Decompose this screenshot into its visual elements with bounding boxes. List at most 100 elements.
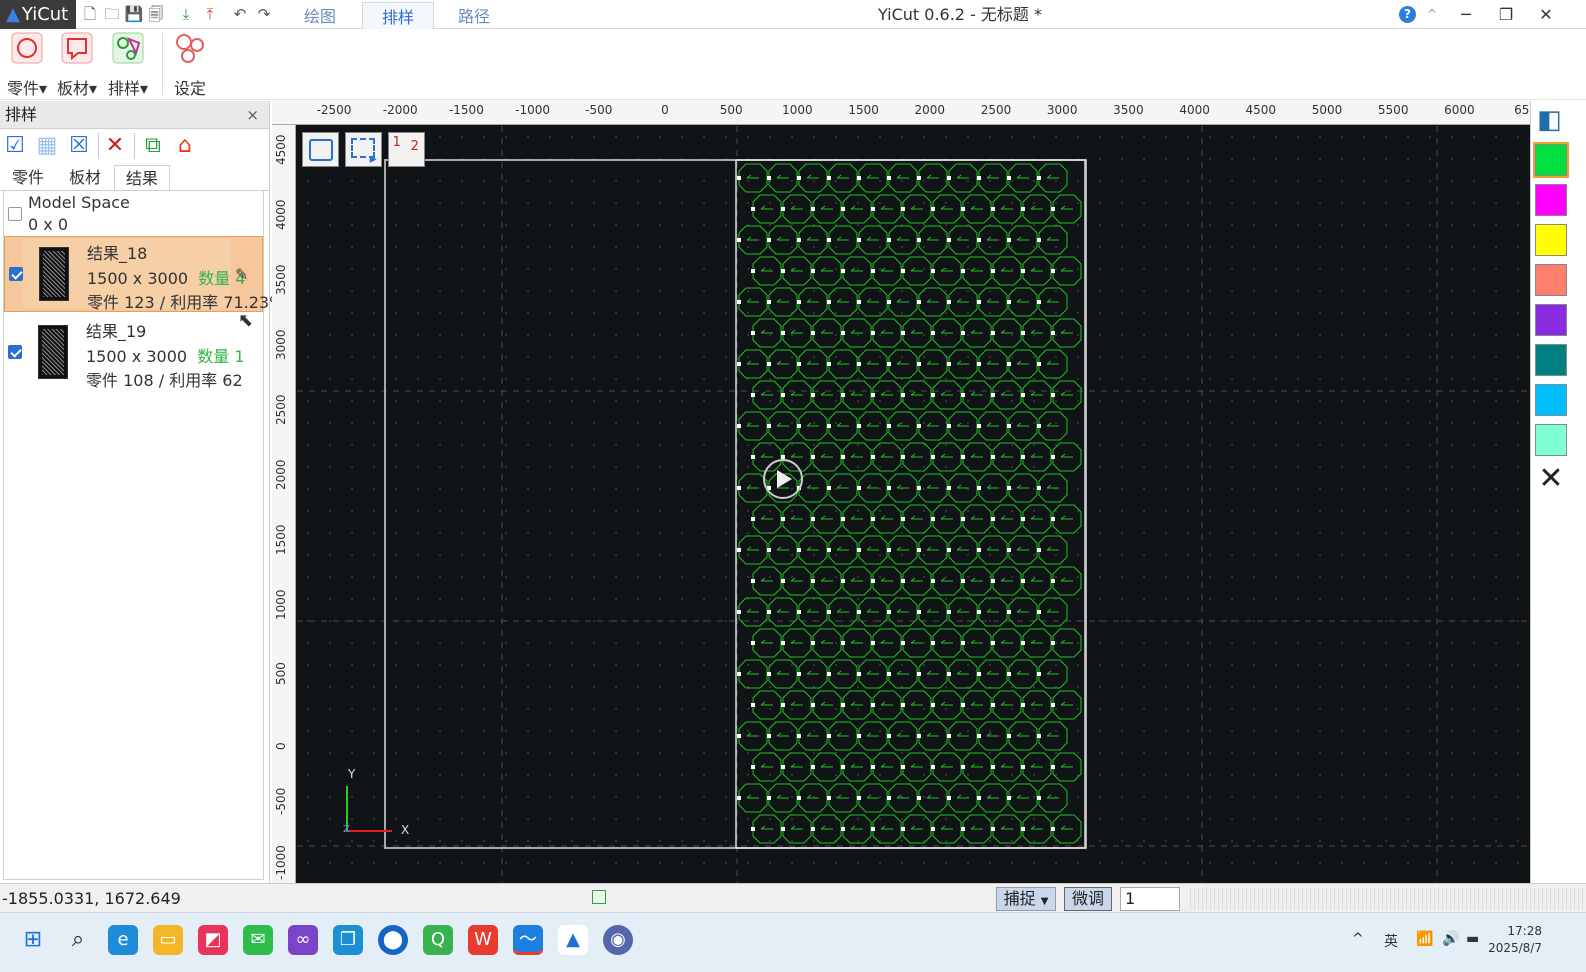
snap-button[interactable]: 捕捉 ▼	[996, 887, 1056, 911]
new-file-icon[interactable]: 🗋	[80, 4, 100, 24]
renest-icon[interactable]: ⧉	[140, 133, 166, 159]
yicut-taskbar-icon[interactable]: ▲	[558, 925, 588, 955]
select-all-icon[interactable]: ☑	[2, 133, 28, 159]
tray-overflow-icon[interactable]: ^	[1352, 931, 1364, 947]
list-item-result-19[interactable]: 结果_19 1500 x 3000 数量 1 零件 108 / 利用率 62	[4, 315, 263, 391]
restore-button[interactable]: ❐	[1486, 0, 1526, 29]
mail-app-icon[interactable]: ◩	[198, 925, 228, 955]
wps-icon[interactable]: W	[468, 925, 498, 955]
step-input[interactable]: 1	[1120, 887, 1180, 911]
import-icon[interactable]: ⤓	[176, 4, 196, 24]
status-toggle-icon[interactable]	[592, 890, 606, 904]
result-19-checkbox[interactable]	[8, 345, 22, 359]
sort-order-icon[interactable]: 12	[387, 132, 425, 167]
ruler-x-tick: 5000	[1311, 103, 1343, 117]
nested-part	[992, 380, 1022, 410]
part-menu-button[interactable]: 零件▾	[2, 31, 52, 99]
3d-view-icon[interactable]: ◧	[1537, 105, 1567, 135]
zoom-extents-icon[interactable]	[302, 132, 339, 167]
visual-studio-icon[interactable]: ∞	[288, 925, 318, 955]
nest-menu-button[interactable]: 排样▾	[103, 31, 153, 99]
edge-browser-icon[interactable]: e	[108, 925, 138, 955]
sheet-menu-button[interactable]: 板材▾	[52, 31, 102, 99]
tab-results[interactable]: 结果	[114, 165, 170, 191]
model-space-checkbox[interactable]	[8, 207, 22, 221]
pierce-point	[991, 269, 995, 273]
window-select-icon[interactable]: ▸	[344, 132, 382, 167]
maps-icon[interactable]: ⬤	[378, 925, 408, 955]
pierce-point	[797, 548, 801, 552]
wifi-icon[interactable]: 📶	[1416, 931, 1433, 947]
nested-part	[812, 256, 842, 286]
search-icon[interactable]: ⌕	[63, 925, 93, 955]
ruler-x-tick: 3000	[1046, 103, 1078, 117]
ruler-y-tick: 2000	[274, 459, 288, 490]
wechat-icon[interactable]: ✉	[243, 925, 273, 955]
nested-part	[842, 566, 872, 596]
save-as-icon[interactable]: 🗐	[146, 4, 166, 24]
color-swatch[interactable]	[1533, 142, 1569, 178]
color-swatch[interactable]	[1535, 344, 1567, 376]
nest-icon	[112, 32, 144, 64]
panel-close-icon[interactable]: ×	[246, 101, 259, 129]
pierce-point	[887, 176, 891, 180]
pierce-point	[857, 362, 861, 366]
pierce-point	[977, 548, 981, 552]
nested-part	[1038, 287, 1068, 317]
whiteboard-icon[interactable]: 〜	[513, 925, 543, 955]
list-item-result-18[interactable]: 结果_18 1500 x 3000 数量 4 零件 123 / 利用率 71.2…	[4, 236, 284, 312]
color-swatch[interactable]	[1535, 184, 1567, 216]
close-button[interactable]: ✕	[1526, 0, 1566, 29]
color-swatch[interactable]	[1535, 384, 1567, 416]
undo-icon[interactable]: ↶	[230, 4, 250, 24]
tab-sheets[interactable]: 板材	[57, 165, 113, 191]
pierce-point	[947, 238, 951, 242]
color-swatch[interactable]	[1535, 264, 1567, 296]
invert-selection-icon[interactable]: ☒	[66, 133, 92, 159]
redo-icon[interactable]: ↷	[254, 4, 274, 24]
pierce-point	[797, 362, 801, 366]
tab-parts[interactable]: 零件	[0, 165, 56, 191]
color-swatch[interactable]	[1535, 224, 1567, 256]
pierce-point	[781, 517, 785, 521]
color-swatch[interactable]	[1535, 304, 1567, 336]
qq-browser-icon[interactable]: Q	[423, 925, 453, 955]
drawing-canvas[interactable]: X Y Z	[297, 126, 1530, 883]
close-layers-icon[interactable]: ✕	[1535, 463, 1567, 495]
battery-icon[interactable]: ▬	[1466, 931, 1479, 947]
vertical-ruler: 4500 4000 3500 3000 2500 2000 1500 1000 500 0 -500…	[272, 125, 296, 883]
system-clock[interactable]: 17:28 2025/8/7	[1488, 923, 1542, 957]
ime-indicator[interactable]: 英	[1384, 931, 1398, 951]
list-item-model-space[interactable]: Model Space 0 x 0	[4, 191, 263, 235]
edit-pencil-icon[interactable]: ✎	[235, 265, 248, 284]
nested-part	[842, 442, 872, 472]
pierce-point	[961, 517, 965, 521]
windows-start-icon[interactable]: ⊞	[18, 925, 48, 955]
result-18-checkbox[interactable]	[9, 267, 23, 281]
save-icon[interactable]: 💾	[124, 4, 144, 24]
remote-app-icon[interactable]: ❐	[333, 925, 363, 955]
delete-icon[interactable]: ✕	[102, 133, 128, 159]
result-19-stats: 零件 108 / 利用率 62	[86, 371, 243, 390]
camera-app-icon[interactable]: ◉	[603, 925, 633, 955]
play-triangle-icon[interactable]	[777, 470, 792, 488]
tab-draw[interactable]: 绘图	[290, 2, 350, 29]
deselect-all-icon[interactable]: ▦	[34, 133, 60, 159]
tab-path[interactable]: 路径	[444, 2, 504, 29]
home-icon[interactable]: ⌂	[172, 133, 198, 159]
pierce-point	[1051, 455, 1055, 459]
fine-tune-button[interactable]: 微调	[1064, 887, 1112, 911]
chevron-down-icon[interactable]: ▼	[1041, 896, 1049, 907]
volume-icon[interactable]: 🔊	[1442, 931, 1459, 947]
app-logo[interactable]: ▲ YiCut	[0, 0, 76, 29]
pierce-point	[917, 548, 921, 552]
nested-part	[858, 287, 888, 317]
file-explorer-icon[interactable]: ▭	[153, 925, 183, 955]
export-icon[interactable]: ⤒	[200, 4, 220, 24]
tab-nest[interactable]: 排样	[362, 2, 434, 29]
minimize-button[interactable]: ─	[1446, 0, 1486, 29]
open-folder-icon[interactable]: 🗀	[102, 4, 122, 24]
settings-button[interactable]: 设定	[165, 31, 215, 99]
color-swatch[interactable]	[1535, 424, 1567, 456]
pierce-point	[1007, 176, 1011, 180]
